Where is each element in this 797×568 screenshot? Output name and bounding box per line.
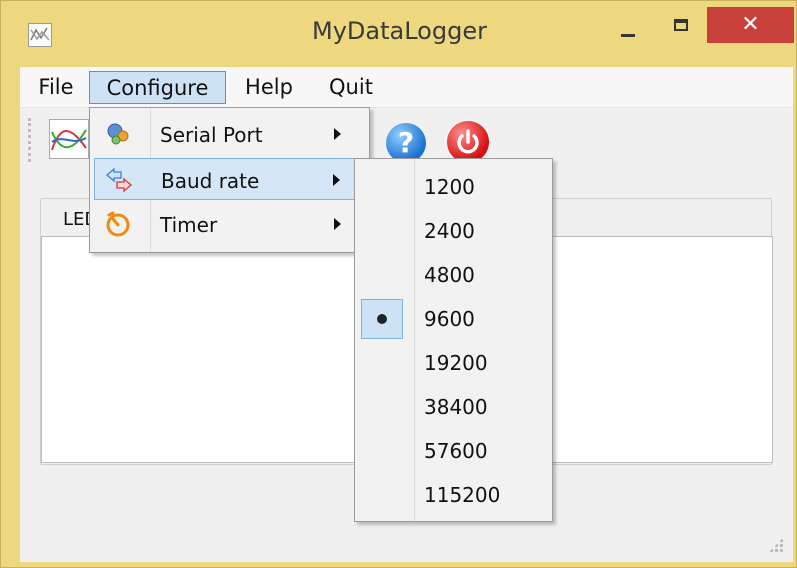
submenu-arrow-icon (334, 218, 341, 230)
baud-option-38400[interactable]: 38400 (355, 385, 552, 429)
baud-option-label: 9600 (424, 307, 475, 331)
maximize-button[interactable] (659, 7, 703, 43)
minimize-button[interactable] (606, 7, 650, 43)
baud-option-label: 38400 (424, 395, 488, 419)
toolbar-grip[interactable] (28, 118, 34, 162)
menu-item-timer[interactable]: Timer (94, 203, 363, 245)
baud-option-label: 57600 (424, 439, 488, 463)
baud-option-1200[interactable]: 1200 (355, 165, 552, 209)
chart-icon[interactable] (49, 119, 89, 159)
menu-configure[interactable]: Configure (89, 71, 226, 104)
baud-option-label: 115200 (424, 483, 501, 507)
baud-option-label: 1200 (424, 175, 475, 199)
menu-item-label: Timer (160, 213, 218, 237)
close-button[interactable]: ✕ (707, 7, 794, 43)
title-bar[interactable]: MyDataLogger ✕ (1, 1, 797, 63)
menu-bar: File Configure Help Quit (20, 67, 793, 108)
radio-selected-icon (361, 299, 403, 339)
baud-option-9600[interactable]: 9600 (355, 297, 552, 341)
menu-help[interactable]: Help (234, 71, 304, 104)
baud-rate-submenu: 1200 2400 4800 9600 19200 38400 57600 11… (354, 158, 553, 522)
configure-dropdown: Serial Port Baud rate Timer (89, 107, 370, 253)
timer-icon (104, 210, 132, 238)
menu-item-serial-port[interactable]: Serial Port (94, 113, 363, 155)
submenu-arrow-icon (333, 174, 340, 186)
menu-item-label: Baud rate (161, 169, 260, 193)
app-window: MyDataLogger ✕ File Configure Help Quit … (0, 0, 797, 568)
baud-rate-icon (105, 166, 133, 194)
menu-item-baud-rate[interactable]: Baud rate (94, 158, 363, 200)
baud-option-label: 19200 (424, 351, 488, 375)
resize-grip[interactable] (769, 538, 783, 552)
baud-option-label: 4800 (424, 263, 475, 287)
baud-option-4800[interactable]: 4800 (355, 253, 552, 297)
menu-file[interactable]: File (26, 71, 86, 104)
menu-item-label: Serial Port (160, 123, 263, 147)
menu-quit[interactable]: Quit (316, 71, 386, 104)
baud-option-19200[interactable]: 19200 (355, 341, 552, 385)
baud-option-2400[interactable]: 2400 (355, 209, 552, 253)
baud-option-115200[interactable]: 115200 (355, 473, 552, 517)
baud-option-label: 2400 (424, 219, 475, 243)
baud-option-57600[interactable]: 57600 (355, 429, 552, 473)
help-icon[interactable]: ? (386, 123, 426, 163)
serial-port-icon (104, 120, 132, 148)
submenu-arrow-icon (334, 128, 341, 140)
